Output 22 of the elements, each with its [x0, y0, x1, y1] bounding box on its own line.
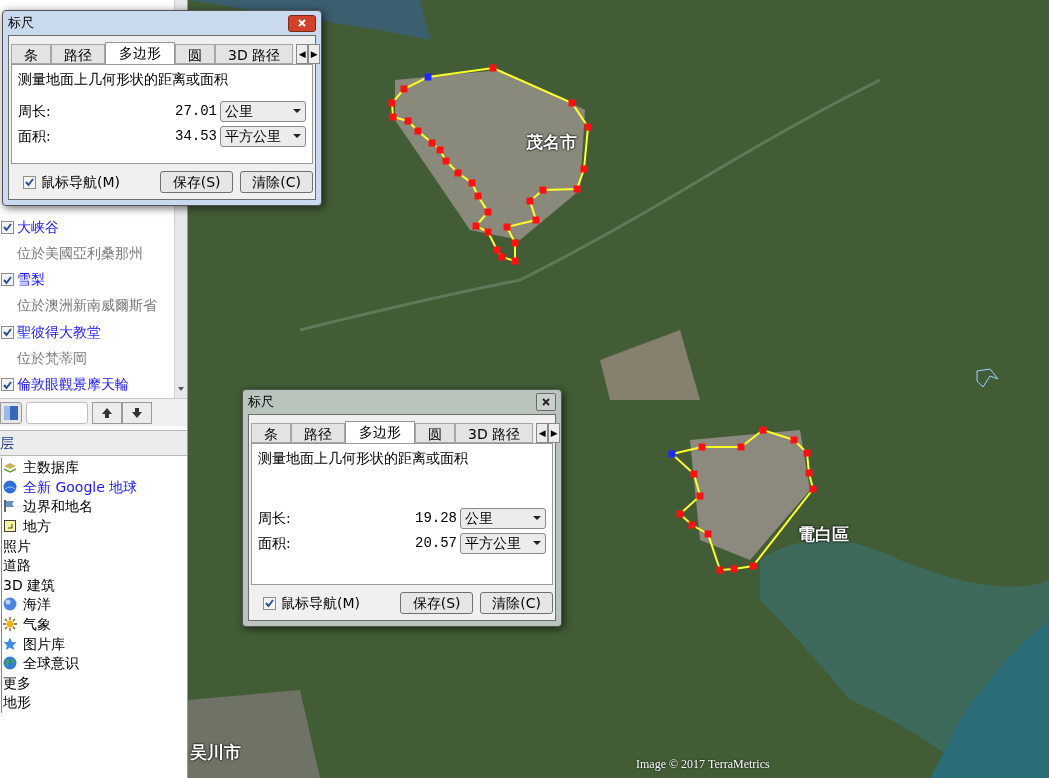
checkbox-label: 鼠标导航(M): [281, 593, 361, 613]
measure-label: 周长:: [18, 101, 52, 121]
panel-title: 层: [0, 433, 14, 453]
measure-label: 周长:: [258, 508, 292, 528]
place-description: 位於梵蒂岡: [17, 349, 87, 369]
place-label: 電白區: [798, 523, 849, 546]
attribution-text: Image © 2017 TerraMetrics: [636, 756, 770, 773]
place-label: 吴川市: [190, 741, 241, 764]
description-text: 测量地面上几何形状的距离或面积: [258, 449, 469, 468]
measure-value: 19.28: [414, 508, 458, 528]
place-label: 茂名市: [526, 131, 577, 154]
measure-value: 27.01: [174, 101, 218, 121]
dialog-title: 标尺: [248, 393, 274, 412]
description-text: 测量地面上几何形状的距离或面积: [18, 70, 229, 89]
place-description: 位於澳洲新南威爾斯省: [17, 296, 157, 316]
dialog-title: 标尺: [8, 14, 34, 33]
measure-value: 20.57: [414, 533, 458, 553]
checkbox-label: 鼠标导航(M): [41, 172, 121, 192]
measure-label: 面积:: [258, 533, 292, 553]
measure-value: 34.53: [174, 126, 218, 146]
place-description: 位於美國亞利桑那州: [17, 243, 143, 263]
measure-label: 面积:: [18, 126, 52, 146]
